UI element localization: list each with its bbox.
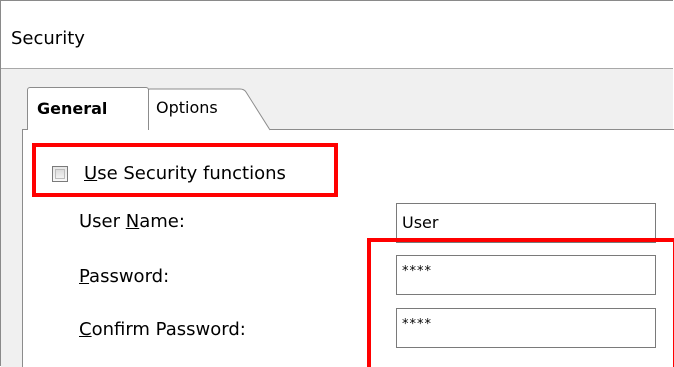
username-label-post: ame: bbox=[139, 211, 185, 232]
confirm-password-label: Confirm Password: bbox=[79, 319, 246, 341]
use-security-label-mnemonic: U bbox=[84, 163, 98, 184]
use-security-label-rest: se Security functions bbox=[97, 163, 286, 184]
confirm-password-label-mnemonic: C bbox=[79, 319, 92, 340]
tab-general[interactable]: General bbox=[27, 87, 149, 130]
password-field[interactable]: **** bbox=[396, 255, 656, 295]
confirm-password-label-post: onfirm Password: bbox=[91, 319, 246, 340]
password-label: Password: bbox=[79, 266, 169, 288]
password-label-post: assword: bbox=[89, 266, 170, 287]
tab-general-label: General bbox=[37, 99, 108, 118]
password-label-mnemonic: P bbox=[79, 266, 90, 287]
username-label-mnemonic: N bbox=[125, 211, 140, 232]
title-bar: Security bbox=[1, 1, 673, 69]
username-label-pre: User bbox=[79, 211, 126, 232]
use-security-checkbox[interactable] bbox=[52, 166, 68, 182]
security-dialog: Security Options General Use Security fu… bbox=[0, 0, 674, 367]
username-value: User bbox=[402, 213, 439, 232]
username-field[interactable]: User bbox=[396, 203, 656, 243]
username-label: User Name: bbox=[79, 211, 185, 233]
window-title: Security bbox=[11, 28, 85, 49]
confirm-password-field[interactable]: **** bbox=[396, 308, 656, 348]
use-security-label[interactable]: Use Security functions bbox=[84, 163, 286, 185]
password-value: **** bbox=[402, 264, 432, 279]
checkbox-inner bbox=[55, 169, 65, 179]
tab-options[interactable]: Options bbox=[156, 98, 218, 118]
confirm-password-value: **** bbox=[402, 317, 432, 332]
